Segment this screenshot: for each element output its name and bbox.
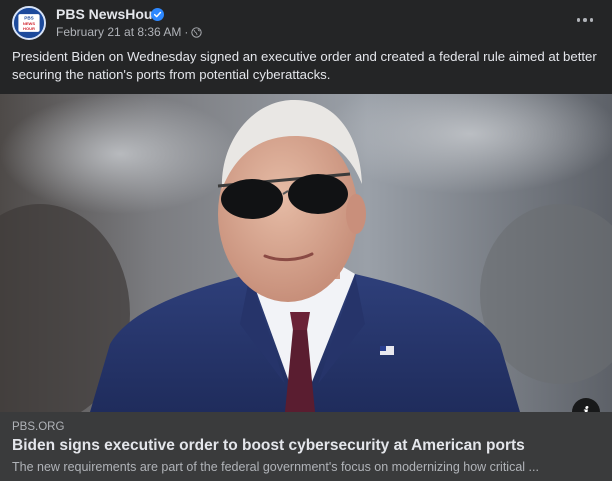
pbs-newshour-logo: PBS NEWS HOUR <box>14 8 44 38</box>
facebook-post: PBS NEWS HOUR PBS NewsHour February 21 a… <box>0 0 612 481</box>
post-photo[interactable] <box>0 94 612 412</box>
verified-badge-icon <box>151 8 164 21</box>
post-caption: President Biden on Wednesday signed an e… <box>12 49 597 82</box>
post-meta: February 21 at 8:36 AM · <box>56 25 203 39</box>
photo-biden-sunglasses <box>0 94 612 412</box>
post-header: PBS NEWS HOUR PBS NewsHour February 21 a… <box>0 0 612 44</box>
link-domain: PBS.ORG <box>12 421 65 433</box>
link-title[interactable]: Biden signs executive order to boost cyb… <box>12 437 525 455</box>
meta-separator: · <box>184 25 189 39</box>
svg-text:HOUR: HOUR <box>23 26 35 31</box>
link-preview-card[interactable]: PBS.ORG Biden signs executive order to b… <box>0 412 612 481</box>
post-timestamp-link[interactable]: February 21 at 8:36 AM <box>56 25 181 39</box>
page-avatar[interactable]: PBS NEWS HOUR <box>12 6 46 40</box>
page-name-link[interactable]: PBS NewsHour <box>56 6 158 22</box>
link-description: The new requirements are part of the fed… <box>12 460 539 474</box>
more-options-icon[interactable] <box>574 10 596 30</box>
globe-icon[interactable] <box>191 26 203 38</box>
svg-text:NEWS: NEWS <box>23 21 35 26</box>
svg-text:PBS: PBS <box>24 15 33 20</box>
